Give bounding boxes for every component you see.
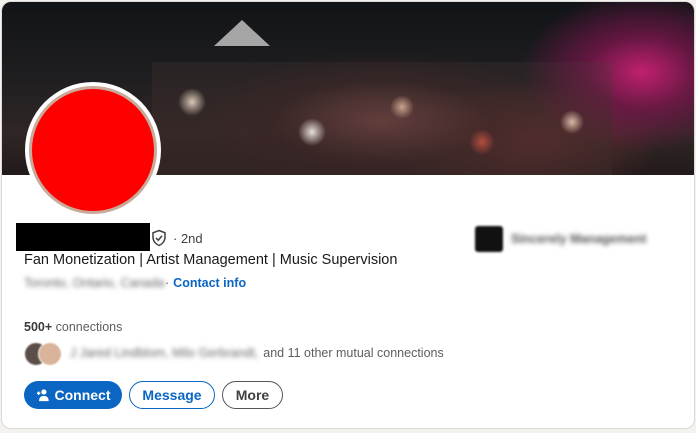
mutual-names: J Jared Lindblom, Milo Gerbrandt, [70,346,259,360]
profile-headline: Fan Monetization | Artist Management | M… [24,252,398,268]
more-label: More [235,387,270,403]
connection-degree: · 2nd [173,231,203,246]
contact-info-link[interactable]: Contact info [173,276,246,290]
company-logo [475,226,503,252]
connections-number: 500+ [24,320,53,334]
contact-info: · Contact info [165,276,246,290]
connect-button[interactable]: Connect [24,381,122,409]
cover-tent [214,20,270,46]
cover-crowd [152,62,612,175]
avatar [38,342,62,366]
profile-name-redacted [16,223,150,251]
connections-label: connections [55,320,123,334]
current-company[interactable]: Sincerely Management [475,226,646,252]
connect-label: Connect [54,387,111,403]
connections-count[interactable]: 500+ connections [24,320,122,334]
avatar-redacted [29,86,157,214]
company-name: Sincerely Management [511,232,647,246]
mutual-connections[interactable]: J Jared Lindblom, Milo Gerbrandt, and 11… [24,342,444,366]
mutual-avatars [24,342,64,366]
more-button[interactable]: More [222,381,283,409]
profile-location: Toronto, Ontario, Canada [24,276,165,290]
add-person-icon [36,389,49,402]
shield-check-icon[interactable] [150,229,168,247]
contact-separator: · [165,276,170,290]
message-label: Message [142,387,202,403]
message-button[interactable]: Message [129,381,215,409]
mutual-other-count: and 11 other mutual connections [263,346,444,360]
profile-card: · 2nd Fan Monetization | Artist Manageme… [1,1,695,429]
profile-avatar[interactable] [25,82,161,218]
